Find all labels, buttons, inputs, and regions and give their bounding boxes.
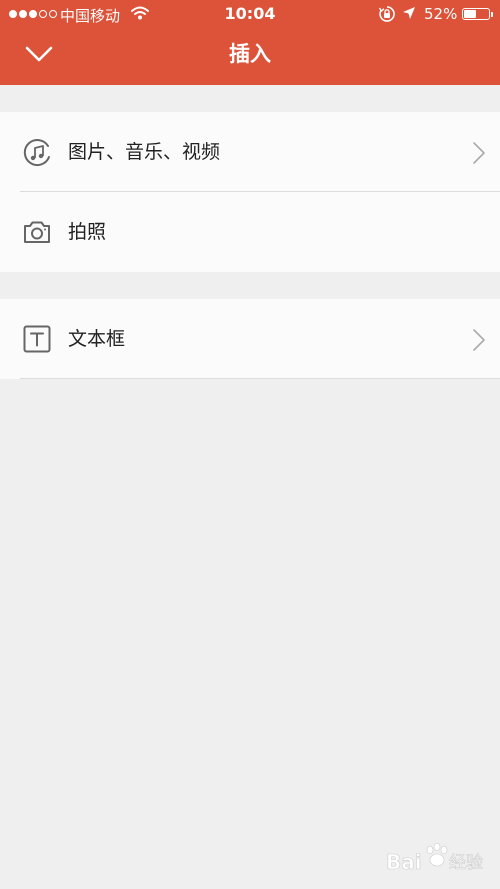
rotation-lock-icon (378, 6, 395, 22)
status-bar: 中国移动 10:04 52% (0, 0, 500, 28)
insert-media-section: 图片、音乐、视频 拍照 (0, 112, 500, 272)
list-item-textbox[interactable]: 文本框 (0, 299, 500, 379)
battery-icon (462, 8, 490, 20)
insert-text-section: 文本框 (0, 299, 500, 379)
svg-text:经验: 经验 (449, 853, 483, 873)
location-arrow-icon (403, 7, 415, 19)
list-item-camera[interactable]: 拍照 (0, 192, 500, 272)
divider (20, 378, 500, 379)
top-bar: 中国移动 10:04 52% 插入 (0, 0, 500, 85)
chevron-right-icon (473, 142, 485, 164)
page-title: 插入 (229, 42, 271, 66)
list-item-label: 拍照 (68, 221, 107, 243)
list-item-label: 文本框 (68, 328, 126, 350)
chevron-down-icon[interactable] (22, 40, 56, 70)
battery-percent: 52% (424, 5, 458, 23)
battery-tip (491, 12, 493, 17)
media-music-icon (23, 139, 50, 167)
svg-text:Bai: Bai (386, 850, 422, 874)
camera-icon (24, 221, 50, 243)
textbox-icon (23, 325, 51, 353)
baidu-jingyan-watermark-logo: Bai 经验 (386, 842, 483, 874)
list-item-label: 图片、音乐、视频 (68, 141, 221, 163)
battery-level (464, 10, 477, 18)
chevron-right-icon (473, 329, 485, 351)
list-item-media[interactable]: 图片、音乐、视频 (0, 112, 500, 192)
